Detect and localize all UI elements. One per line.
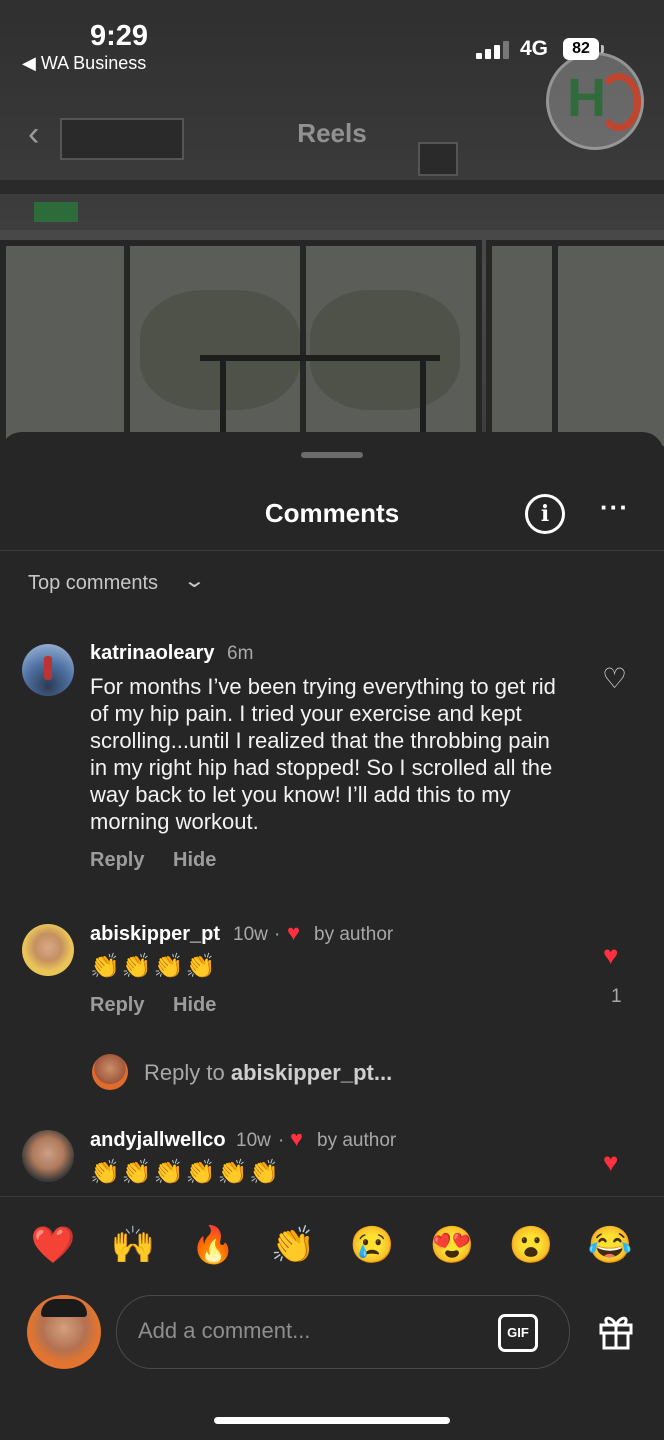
video-window bbox=[552, 240, 664, 452]
avatar-cap bbox=[41, 1299, 87, 1317]
hide-button[interactable]: Hide bbox=[173, 994, 216, 1017]
fire-emoji-button[interactable]: 🔥 bbox=[185, 1218, 241, 1272]
like-count[interactable]: 1 bbox=[611, 986, 622, 1008]
more-horizontal-icon[interactable]: ··· bbox=[600, 492, 629, 523]
reply-button[interactable]: Reply bbox=[90, 994, 144, 1017]
reply-button[interactable]: Reply bbox=[90, 849, 144, 872]
comment-username[interactable]: abiskipper_pt bbox=[90, 923, 220, 946]
home-indicator[interactable] bbox=[214, 1417, 450, 1424]
clapping-emoji-button[interactable]: 👏 bbox=[265, 1218, 321, 1272]
sheet-grabber-handle[interactable] bbox=[301, 452, 363, 458]
avatar[interactable] bbox=[22, 644, 74, 696]
heart-filled-icon[interactable]: ♥ bbox=[603, 940, 618, 971]
heart-outline-icon[interactable]: ♡ bbox=[602, 662, 627, 695]
back-to-app-link[interactable]: ◀ WA Business bbox=[22, 53, 146, 74]
brand-logo: H bbox=[546, 52, 644, 150]
chevron-down-icon[interactable]: ⌄ bbox=[183, 568, 206, 593]
separator-dot: · bbox=[278, 1130, 285, 1151]
heart-filled-icon[interactable]: ♥ bbox=[603, 1147, 618, 1178]
comment-username[interactable]: andyjallwellco bbox=[90, 1129, 226, 1152]
comment-text: 👏👏👏👏👏👏 bbox=[90, 1159, 282, 1186]
heart-eyes-emoji-button[interactable]: 😍 bbox=[424, 1218, 480, 1272]
comment-text: For months I’ve been trying everything t… bbox=[90, 674, 556, 834]
reply-to-prompt[interactable]: Reply to abiskipper_pt... bbox=[144, 1060, 392, 1086]
avatar[interactable] bbox=[22, 924, 74, 976]
avatar[interactable] bbox=[22, 1130, 74, 1182]
current-user-avatar bbox=[27, 1295, 101, 1369]
video-window bbox=[486, 240, 558, 452]
separator-dot: · bbox=[274, 924, 281, 945]
info-circle-icon[interactable]: i bbox=[525, 494, 565, 534]
quick-reactions-bar: ❤️ 🙌 🔥 👏 😢 😍 😮 😂 bbox=[0, 1218, 664, 1272]
sort-dropdown-label[interactable]: Top comments bbox=[28, 572, 158, 595]
video-squat-rack bbox=[200, 355, 440, 361]
video-exit-sign bbox=[34, 202, 78, 222]
heart-filled-icon: ♥ bbox=[287, 920, 301, 945]
divider bbox=[0, 1196, 664, 1197]
hide-button[interactable]: Hide bbox=[173, 849, 216, 872]
divider bbox=[0, 550, 664, 551]
video-window bbox=[0, 240, 130, 452]
crying-face-emoji-button[interactable]: 😢 bbox=[344, 1218, 400, 1272]
gift-icon[interactable] bbox=[598, 1312, 634, 1350]
video-rack-post bbox=[420, 360, 426, 440]
status-time: 9:29 bbox=[90, 20, 149, 52]
red-heart-emoji-button[interactable]: ❤️ bbox=[25, 1218, 81, 1272]
video-rack-post bbox=[220, 360, 226, 440]
laughing-tears-emoji-button[interactable]: 😂 bbox=[582, 1218, 638, 1272]
video-foliage bbox=[310, 290, 460, 410]
reply-to-prefix: Reply to bbox=[144, 1060, 231, 1085]
comment-timestamp: 10w bbox=[236, 1130, 271, 1151]
comment-input-placeholder[interactable]: Add a comment... bbox=[138, 1318, 310, 1344]
reply-to-username: abiskipper_pt... bbox=[230, 1060, 393, 1085]
author-liked-badge: by author bbox=[317, 1130, 397, 1151]
surprised-face-emoji-button[interactable]: 😮 bbox=[503, 1218, 559, 1272]
raising-hands-emoji-button[interactable]: 🙌 bbox=[105, 1218, 161, 1272]
comments-list: katrinaoleary 6m For months I’ve been tr… bbox=[0, 620, 664, 1196]
gif-button[interactable]: GIF bbox=[498, 1314, 538, 1352]
heart-filled-icon: ♥ bbox=[290, 1126, 304, 1151]
comment-timestamp: 6m bbox=[227, 643, 254, 664]
logo-curve-mark bbox=[597, 73, 641, 131]
video-beam bbox=[0, 180, 664, 194]
comment-text: 👏👏👏👏 bbox=[90, 953, 218, 980]
avatar bbox=[92, 1054, 128, 1090]
signal-strength-icon bbox=[476, 41, 510, 59]
network-type: 4G bbox=[520, 37, 549, 60]
comment-username[interactable]: katrinaoleary bbox=[90, 642, 215, 665]
author-liked-badge: by author bbox=[314, 924, 394, 945]
comment-timestamp: 10w bbox=[233, 924, 268, 945]
